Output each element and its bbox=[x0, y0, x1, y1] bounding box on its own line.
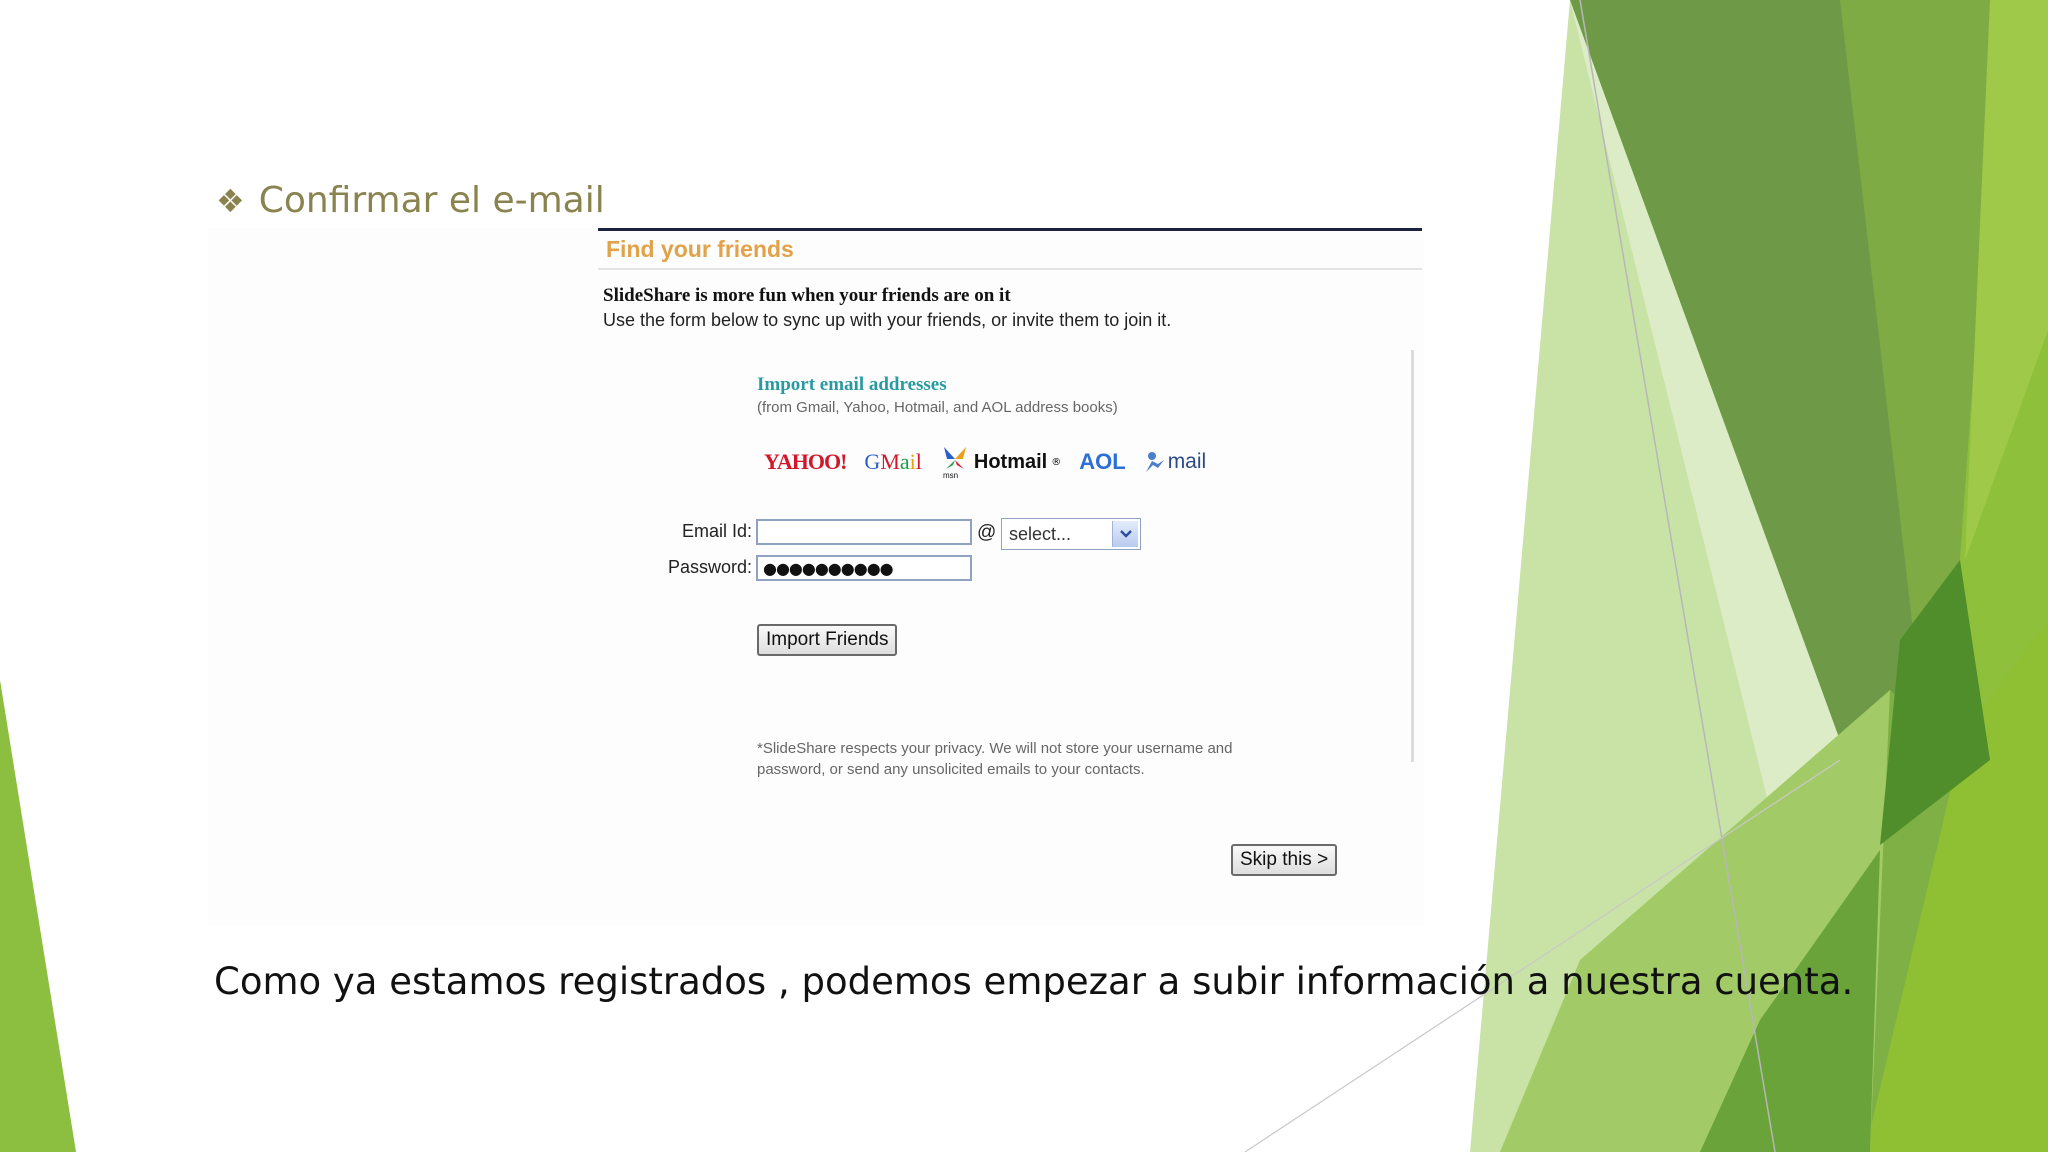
password-label: Password: bbox=[667, 557, 752, 577]
email-domain-select[interactable]: select... bbox=[1001, 518, 1141, 550]
title-top-rule bbox=[598, 228, 1422, 231]
slide-heading: ❖ Confirmar el e-mail bbox=[216, 180, 605, 221]
privacy-notice: *SlideShare respects your privacy. We wi… bbox=[757, 738, 1317, 780]
import-friends-button[interactable]: Import Friends bbox=[757, 624, 898, 656]
email-id-label: Email Id: bbox=[681, 521, 752, 541]
skip-button[interactable]: Skip this > bbox=[1231, 844, 1338, 876]
slide-heading-text: Confirmar el e-mail bbox=[258, 180, 605, 221]
privacy-line-1: *SlideShare respects your privacy. We wi… bbox=[757, 740, 1233, 757]
bullet-diamond-icon: ❖ bbox=[216, 182, 245, 220]
aol-man-icon bbox=[1145, 452, 1164, 472]
intro-subheading: Use the form below to sync up with your … bbox=[603, 310, 1172, 330]
email-id-input[interactable] bbox=[756, 519, 972, 545]
svg-text:msn: msn bbox=[943, 471, 958, 479]
panel-vertical-divider bbox=[1411, 350, 1414, 762]
import-title: Import email addresses bbox=[757, 374, 947, 395]
msn-butterfly-icon: msn bbox=[943, 447, 966, 479]
aol-mail-logo[interactable]: mail bbox=[1144, 450, 1206, 474]
title-divider bbox=[598, 268, 1422, 270]
password-input[interactable]: ●●●●●●●●●● bbox=[756, 555, 972, 581]
gmail-logo[interactable]: GMail bbox=[864, 449, 921, 475]
at-sign: @ bbox=[977, 522, 997, 543]
aol-logo[interactable]: AOL bbox=[1079, 449, 1125, 475]
find-friends-title: Find your friends bbox=[606, 236, 794, 262]
provider-logos: YAHOO! GMail msn Hotmail ® AOL mail bbox=[764, 442, 1206, 482]
embedded-screenshot: Find your friends SlideShare is more fun… bbox=[208, 228, 1424, 926]
privacy-line-2: password, or send any unsolicited emails… bbox=[757, 761, 1145, 778]
hotmail-logo[interactable]: msn Hotmail ® bbox=[940, 445, 1061, 479]
domain-select-value: select... bbox=[1009, 524, 1072, 544]
chevron-down-icon[interactable] bbox=[1112, 521, 1138, 547]
yahoo-logo[interactable]: YAHOO! bbox=[764, 449, 847, 475]
import-subtitle: (from Gmail, Yahoo, Hotmail, and AOL add… bbox=[757, 399, 1118, 416]
intro-heading: SlideShare is more fun when your friends… bbox=[603, 285, 1011, 306]
slide-caption: Como ya estamos registrados , podemos em… bbox=[214, 960, 1854, 1003]
